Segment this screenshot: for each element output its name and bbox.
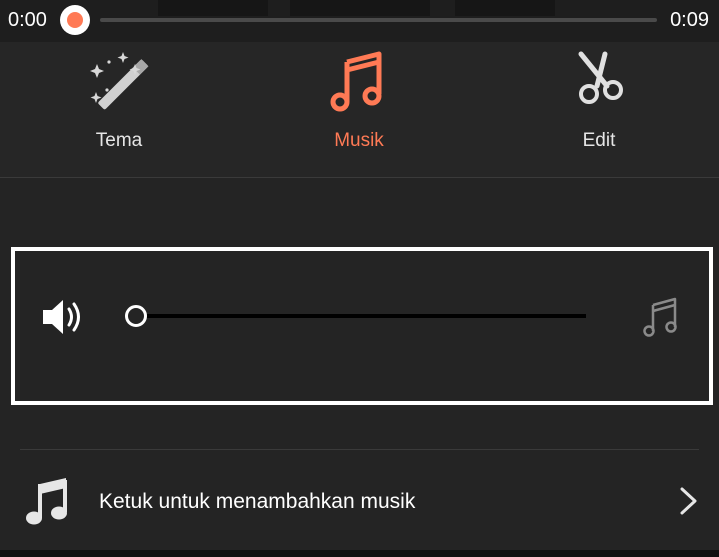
add-music-row[interactable]: Ketuk untuk menambahkan musik: [0, 450, 719, 550]
tabs-divider: [0, 177, 719, 178]
video-timeline: 0:00 0:09: [0, 0, 719, 42]
magic-wand-icon: [90, 52, 149, 110]
total-duration: 0:09: [670, 9, 709, 31]
current-time: 0:00: [8, 9, 47, 31]
playback-progress-track[interactable]: [100, 18, 657, 22]
music-volume-panel: [11, 247, 713, 405]
tab-musik[interactable]: Musik: [299, 42, 419, 177]
add-music-label: Ketuk untuk menambahkan musik: [99, 490, 416, 513]
scissors-icon: [578, 51, 623, 104]
music-note-icon: [330, 51, 382, 112]
music-note-icon: [643, 297, 677, 337]
tab-edit-label: Edit: [582, 130, 616, 151]
chevron-right-icon: [680, 487, 697, 515]
video-thumbnail: [290, 0, 430, 16]
tab-edit[interactable]: Edit: [539, 42, 659, 177]
bottom-edge: [0, 550, 719, 557]
playback-scrubber-knob[interactable]: [60, 5, 90, 35]
tab-musik-label: Musik: [334, 130, 384, 151]
video-thumbnail: [455, 0, 555, 16]
music-editor-screen: 0:00 0:09 Tema Musik Edit Ketuk untuk me…: [0, 0, 719, 557]
tab-tema[interactable]: Tema: [59, 42, 179, 177]
music-note-icon: [26, 478, 67, 525]
tab-tema-label: Tema: [95, 130, 143, 151]
volume-slider-track[interactable]: [139, 314, 586, 318]
editor-tabs: Tema Musik Edit: [0, 42, 719, 177]
speaker-icon[interactable]: [41, 297, 85, 337]
video-thumbnail: [158, 0, 268, 16]
volume-slider-knob[interactable]: [125, 305, 147, 327]
